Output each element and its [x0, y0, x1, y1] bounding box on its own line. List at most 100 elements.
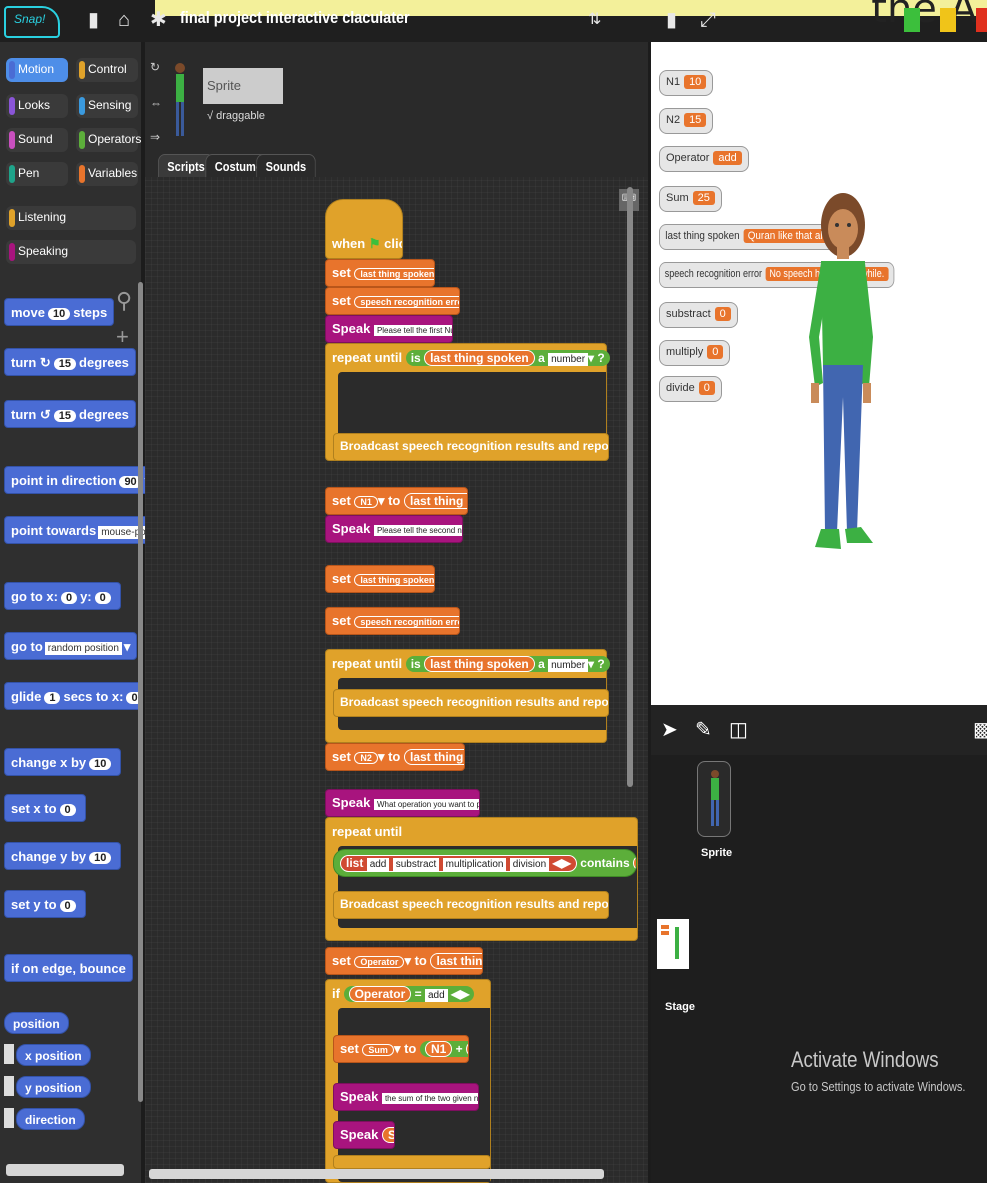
- scripts-horizontal-scrollbar[interactable]: [149, 1169, 604, 1179]
- watcher-substract[interactable]: substract 0: [659, 302, 738, 328]
- direction-checkbox[interactable]: [4, 1108, 14, 1128]
- go-to-block[interactable]: go to random position ▾: [4, 632, 138, 660]
- change-y-block[interactable]: change y by 10: [4, 842, 122, 870]
- direction-reporter[interactable]: direction: [16, 1108, 85, 1130]
- set-variable-block[interactable]: set last thing spoken▾ to: [325, 565, 435, 593]
- point-in-direction-block[interactable]: point in direction90▾: [4, 466, 159, 494]
- speak-block[interactable]: Speak What operation you want to perform: [325, 789, 480, 817]
- x-position-reporter[interactable]: x position: [16, 1044, 91, 1066]
- set-n1-block[interactable]: set N1▾ to last thing spoken: [325, 487, 468, 515]
- glide-block[interactable]: glide1secs to x:0y:0: [4, 682, 143, 710]
- scripts-scrollbar[interactable]: [627, 187, 633, 787]
- broadcast-speech-results-block[interactable]: Broadcast speech recognition results and…: [333, 689, 609, 717]
- position-reporter[interactable]: position: [4, 1012, 69, 1034]
- snap-logo[interactable]: Snap!: [4, 6, 60, 38]
- speak-block[interactable]: Speak Please tell the second number: [325, 515, 463, 543]
- no-rotate-icon[interactable]: ⇒: [150, 130, 160, 144]
- category-label: Variables: [88, 166, 138, 180]
- category-variables[interactable]: Variables: [76, 162, 138, 186]
- y-position-checkbox[interactable]: [4, 1076, 14, 1096]
- file-icon[interactable]: ▮: [88, 10, 99, 30]
- top-bar: the A Snap! ▮ ⌂ ✱ final project interact…: [0, 0, 987, 42]
- stage-label: Stage: [665, 1001, 695, 1013]
- watcher-divide[interactable]: divide 0: [659, 376, 722, 402]
- category-motion[interactable]: Motion: [6, 58, 68, 82]
- watcher-multiply[interactable]: multiply 0: [659, 340, 731, 366]
- change-x-block[interactable]: change x by 10: [4, 748, 122, 776]
- list-contains-predicate[interactable]: list add substract multiplication divisi…: [333, 849, 637, 877]
- repeat-until-block[interactable]: repeat until: [325, 817, 638, 941]
- green-flag-icon: ⚑: [368, 236, 381, 251]
- speak-sum-block[interactable]: Speak Sum: [333, 1121, 395, 1149]
- sprite-corral-item[interactable]: [697, 761, 731, 837]
- category-label: Control: [88, 62, 127, 76]
- set-variable-block[interactable]: set speech recognition error▾ to 0: [325, 607, 460, 635]
- add-turtle-sprite-icon[interactable]: ➤: [661, 717, 678, 742]
- go-to-xy-block[interactable]: go to x: 0 y: 0: [4, 582, 121, 610]
- category-looks[interactable]: Looks: [6, 94, 68, 118]
- green-flag-button[interactable]: [904, 8, 920, 32]
- watcher-operator[interactable]: Operator add: [659, 146, 749, 172]
- category-sound[interactable]: Sound: [6, 128, 68, 152]
- presentation-mode-icon[interactable]: ⤢: [700, 10, 716, 30]
- watcher-sum[interactable]: Sum 25: [659, 186, 722, 212]
- move-steps-block[interactable]: move 10 steps: [4, 298, 115, 326]
- draggable-checkbox[interactable]: √ draggable: [207, 110, 265, 122]
- y-position-reporter[interactable]: y position: [16, 1076, 91, 1098]
- stage[interactable]: N1 10 N2 15 Operator add Sum 25 last thing s…: [648, 42, 987, 705]
- category-label: Listening: [18, 210, 67, 224]
- set-variable-block[interactable]: set last thing spoken▾ to: [325, 259, 435, 287]
- set-variable-block[interactable]: set speech recognition error▾ to 0: [325, 287, 460, 315]
- category-label: Motion: [18, 62, 55, 76]
- if-block[interactable]: if Operator = add ◀▶: [325, 979, 491, 1183]
- stage-size-icon[interactable]: ⇅: [588, 10, 601, 30]
- watcher-n2[interactable]: N2 15: [659, 108, 714, 134]
- set-operator-block[interactable]: set Operator▾ to last thing spoken: [325, 947, 483, 975]
- category-label: Operators: [88, 132, 142, 146]
- stop-button[interactable]: [976, 8, 987, 32]
- partial-block[interactable]: [333, 1155, 491, 1169]
- category-control[interactable]: Control: [76, 58, 138, 82]
- turn-counterclockwise-block[interactable]: turn ↺ 15 degrees: [4, 400, 136, 428]
- turn-clockwise-block[interactable]: turn ↻ 15 degrees: [4, 348, 136, 376]
- set-sum-block[interactable]: set Sum▾ to N1 + N2: [333, 1035, 469, 1063]
- category-operators[interactable]: Operators: [76, 128, 142, 152]
- stage-icon[interactable]: [657, 919, 689, 969]
- category-listening[interactable]: Listening: [6, 206, 136, 230]
- sprite-thumbnail: [175, 63, 185, 136]
- category-pen[interactable]: Pen: [6, 162, 68, 186]
- speak-block[interactable]: Speak Please tell the first Number: [325, 315, 453, 343]
- tab-sounds[interactable]: Sounds: [256, 154, 316, 178]
- activate-windows-title: Activate Windows: [791, 1047, 939, 1072]
- make-block-icon[interactable]: +: [116, 324, 129, 350]
- rotate-left-right-icon[interactable]: ⇔: [150, 96, 162, 110]
- girl-sprite-costume[interactable]: [801, 187, 881, 562]
- broadcast-speech-results-block[interactable]: Broadcast speech recognition results and…: [333, 433, 609, 461]
- rotate-any-icon[interactable]: ↻: [150, 60, 160, 74]
- trash-icon[interactable]: ▩: [973, 717, 987, 742]
- settings-gear-icon[interactable]: ✱: [150, 10, 167, 30]
- watcher-n1[interactable]: N1 10: [659, 70, 714, 96]
- sprite-icon: [711, 770, 719, 826]
- normal-stage-icon[interactable]: ▮: [666, 10, 677, 30]
- bounce-block[interactable]: if on edge, bounce: [4, 954, 133, 982]
- search-icon[interactable]: ⚲: [116, 288, 132, 314]
- set-y-block[interactable]: set y to 0: [4, 890, 86, 918]
- broadcast-speech-results-block[interactable]: Broadcast speech recognition results and…: [333, 891, 609, 919]
- sprite-corral: Sprite Stage Activate Windows Go to Sett…: [648, 755, 987, 1183]
- palette-scrollbar[interactable]: [138, 282, 143, 1102]
- speak-block[interactable]: Speak the sum of the two given numbers i…: [333, 1083, 479, 1111]
- when-flag-clicked-hat[interactable]: when ⚑ clicked: [325, 199, 403, 259]
- paint-new-sprite-icon[interactable]: ✎: [695, 717, 712, 742]
- set-n2-block[interactable]: set N2▾ to last thing spoken: [325, 743, 465, 771]
- x-position-checkbox[interactable]: [4, 1044, 14, 1064]
- palette-horizontal-scrollbar[interactable]: [6, 1164, 124, 1176]
- sprite-name-field[interactable]: Sprite: [203, 68, 283, 104]
- camera-sprite-icon[interactable]: ◫: [729, 717, 748, 742]
- set-x-block[interactable]: set x to 0: [4, 794, 86, 822]
- category-speaking[interactable]: Speaking: [6, 240, 136, 264]
- pause-button[interactable]: [940, 8, 956, 32]
- cloud-icon[interactable]: ⌂: [118, 10, 130, 30]
- scripts-area[interactable]: ⌨ when ⚑ clicked set last thing spoken▾ …: [145, 177, 648, 1183]
- category-sensing[interactable]: Sensing: [76, 94, 138, 118]
